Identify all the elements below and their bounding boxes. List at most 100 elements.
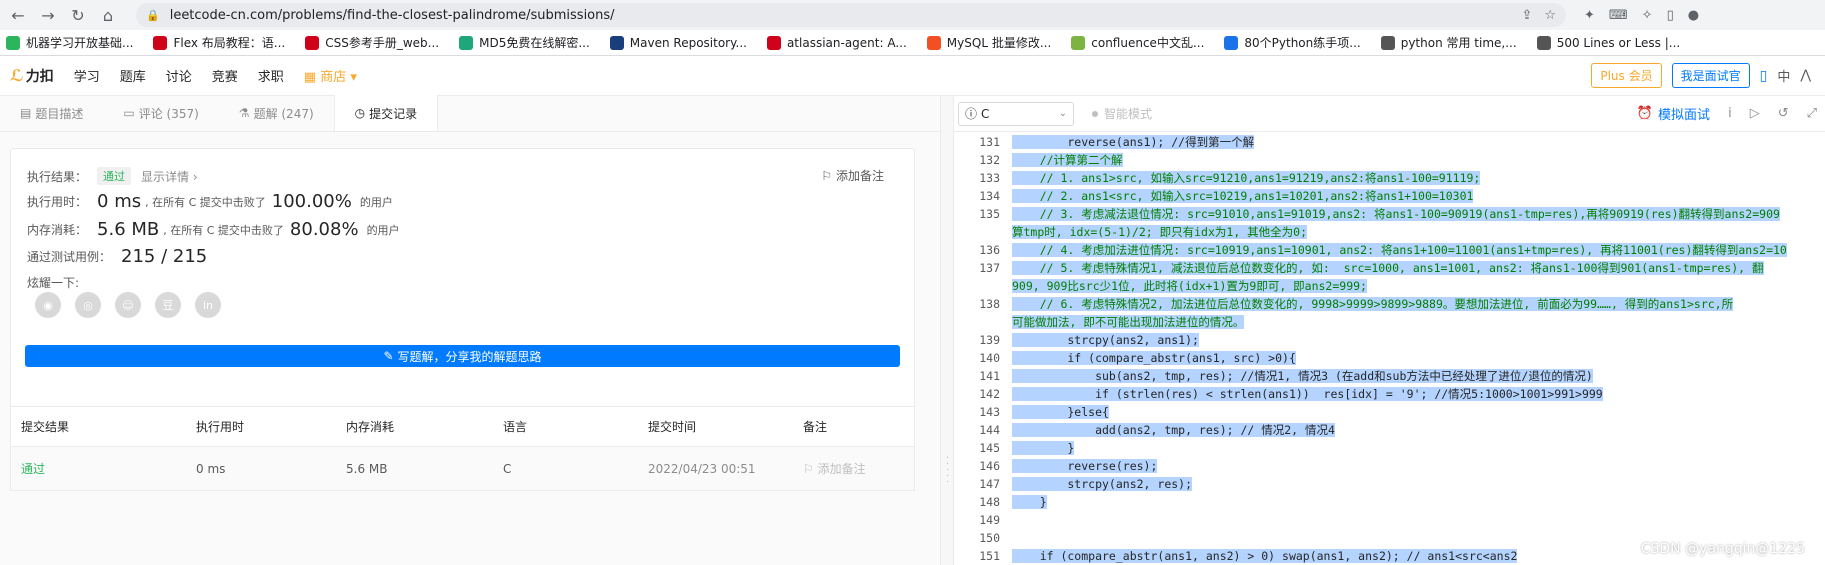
testcase-value: 215 / 215 [121, 246, 208, 267]
code-line[interactable]: } [1012, 493, 1825, 511]
language-switch[interactable]: 中 [1777, 66, 1790, 85]
code-lines[interactable]: reverse(ans1); //得到第一个解 //计算第二个解 // 1. a… [1012, 133, 1825, 565]
table-row[interactable]: 通过 0 ms 5.6 MB C 2022/04/23 00:51 ⚐ 添加备注 [11, 447, 914, 490]
line-number: 151 [979, 549, 1000, 563]
problem-tabs: ▤ 题目描述 ▭ 评论 (357) ⚗ 题解 (247) ◷ 提交记录 [0, 95, 940, 132]
code-line[interactable]: 909, 909比src少1位, 此时将(idx+1)置为9即可, 即ans2=… [1012, 277, 1825, 295]
douban-icon[interactable]: 豆 [155, 292, 181, 318]
mobile-icon[interactable]: ▯ [1760, 68, 1768, 84]
code-line[interactable]: // 3. 考虑减法退位情况: src=91010,ans1=91019,ans… [1012, 205, 1825, 223]
code-line[interactable]: 算tmp时, idx=(5-1)/2; 即只有idx为1, 其他全为0; [1012, 223, 1825, 241]
col-runtime: 执行用时 [196, 420, 245, 434]
line-number [954, 223, 1000, 241]
bookmark-item[interactable]: MySQL 批量修改... [926, 34, 1052, 51]
code-text: if (strlen(res) < strlen(ans1)) res[idx]… [1012, 387, 1603, 401]
smart-mode-toggle[interactable]: 智能模式 [1092, 105, 1152, 122]
bookmark-label: 500 Lines or Less |... [1556, 35, 1681, 50]
nav-discuss[interactable]: 讨论 [166, 66, 192, 85]
linkedin-icon[interactable]: in [195, 292, 221, 318]
bookmark-item[interactable]: atlassian-agent: A... [766, 35, 907, 50]
bookmark-item[interactable]: 500 Lines or Less |... [1536, 35, 1681, 50]
forward-icon[interactable]: → [36, 3, 60, 27]
code-line[interactable]: // 6. 考虑特殊情况2, 加法进位后总位数变化的, 9998>9999>98… [1012, 295, 1825, 313]
code-line[interactable]: strcpy(ans2, res); [1012, 475, 1825, 493]
code-line[interactable]: reverse(ans1); //得到第一个解 [1012, 133, 1825, 151]
bookmark-item[interactable]: Maven Repository... [609, 35, 747, 50]
code-line[interactable]: if (compare_abstr(ans1, src) >0){ [1012, 349, 1825, 367]
sidepanel-icon[interactable]: ▯ [1667, 8, 1674, 23]
bookmark-item[interactable]: Flex 布局教程：语... [153, 34, 285, 51]
code-line[interactable]: }else{ [1012, 403, 1825, 421]
chevron-down-icon: ⌄ [1058, 108, 1067, 119]
bookmark-item[interactable]: CSS参考手册_web... [305, 34, 439, 51]
add-note-button[interactable]: ⚐ 添加备注 [821, 167, 884, 184]
fullscreen-icon[interactable]: ⤢ [1807, 106, 1817, 121]
avatar[interactable]: ⋀ [1800, 68, 1811, 83]
code-line[interactable]: if (strlen(res) < strlen(ans1)) res[idx]… [1012, 385, 1825, 403]
row-result-link[interactable]: 通过 [11, 460, 196, 477]
bookmark-star-icon[interactable]: ☆ [1544, 8, 1556, 23]
extension-icon[interactable]: ✦ [1584, 8, 1595, 23]
bookmark-label: MySQL 批量修改... [946, 36, 1052, 50]
editor-panel: ⓘ C ⌄ 智能模式 ⏰ 模拟面试 i ▷ ↺ ⤢ 131 132 133 134 135… [954, 96, 1825, 565]
code-line[interactable]: // 2. ans1<src, 如输入src=10219,ans1=10201,… [1012, 187, 1825, 205]
code-line[interactable]: //计算第二个解 [1012, 151, 1825, 169]
address-bar[interactable]: 🔒 leetcode-cn.com/problems/find-the-clos… [136, 3, 1566, 27]
back-icon[interactable]: ← [6, 3, 30, 27]
interviewer-button[interactable]: 我是面试官 [1671, 63, 1750, 88]
nav-learn[interactable]: 学习 [74, 66, 100, 85]
line-number: 138 [979, 297, 1000, 311]
tab-solutions[interactable]: ⚗ 题解 (247) [219, 95, 334, 131]
nav-problems[interactable]: 题库 [120, 66, 146, 85]
leetcode-logo[interactable]: ℒ 力扣 [10, 66, 54, 86]
code-line[interactable]: add(ans2, tmp, res); // 情况2, 情况4 [1012, 421, 1825, 439]
runtime-value: 0 ms [97, 191, 142, 212]
drag-handle-icon[interactable]: · · · · · [946, 454, 949, 488]
home-icon[interactable]: ⌂ [96, 3, 120, 27]
mock-interview-button[interactable]: ⏰ 模拟面试 [1637, 104, 1710, 123]
play-icon[interactable]: ▷ [1750, 106, 1760, 121]
nav-shop[interactable]: ▦ 商店 ▾ [304, 66, 357, 85]
row-add-note[interactable]: ⚐ 添加备注 [803, 460, 913, 477]
code-line[interactable]: } [1012, 439, 1825, 457]
tab-comments[interactable]: ▭ 评论 (357) [103, 95, 218, 131]
bookmark-item[interactable]: MD5免费在线解密... [459, 34, 590, 51]
code-line[interactable]: strcpy(ans2, ans1); [1012, 331, 1825, 349]
tab-submissions[interactable]: ◷ 提交记录 [333, 95, 439, 131]
code-line[interactable]: 可能做加法, 即不可能出现加法进位的情况。 [1012, 313, 1825, 331]
code-line[interactable]: // 4. 考虑加法进位情况: src=10919,ans1=10901, an… [1012, 241, 1825, 259]
puzzle-icon[interactable]: ✧ [1642, 8, 1653, 23]
weibo-icon[interactable]: ◎ [75, 292, 101, 318]
line-number: 145 [979, 441, 1000, 455]
translate-icon[interactable]: ⌨ [1609, 8, 1628, 23]
bookmark-item[interactable]: python 常用 time,... [1380, 34, 1517, 51]
reload-icon[interactable]: ↻ [66, 3, 90, 27]
language-select[interactable]: ⓘ C ⌄ [958, 101, 1074, 126]
info-italic-icon[interactable]: i [1728, 106, 1732, 121]
reset-icon[interactable]: ↺ [1778, 106, 1789, 121]
pane-splitter[interactable]: · · · · · [940, 96, 954, 565]
nav-contest[interactable]: 竞赛 [212, 66, 238, 85]
nav-jobs[interactable]: 求职 [258, 66, 284, 85]
bookmark-item[interactable]: 80个Python练手项... [1224, 34, 1361, 51]
memory-value: 5.6 MB [97, 219, 160, 240]
plus-member-button[interactable]: Plus 会员 [1591, 63, 1662, 88]
write-solution-button[interactable]: ✎ 写题解，分享我的解题思路 [25, 345, 900, 367]
code-line[interactable] [1012, 511, 1825, 529]
code-line[interactable]: // 5. 考虑特殊情况1, 减法退位后总位数变化的, 如: src=1000,… [1012, 259, 1825, 277]
code-text: // 6. 考虑特殊情况2, 加法进位后总位数变化的, 9998>9999>98… [1012, 297, 1734, 311]
bookmark-item[interactable]: confluence中文乱... [1071, 34, 1204, 51]
code-editor[interactable]: 131 132 133 134 135 136 137 138 139 140 141 142 143 1… [954, 133, 1825, 565]
share-icon[interactable]: ⇪ [1521, 8, 1532, 23]
qq-icon[interactable]: ☺ [115, 292, 141, 318]
code-line[interactable]: sub(ans2, tmp, res); //情况1, 情况3 (在add和su… [1012, 367, 1825, 385]
code-line[interactable]: reverse(res); [1012, 457, 1825, 475]
wechat-icon[interactable]: ◉ [35, 292, 61, 318]
add-note-label: 添加备注 [835, 169, 884, 183]
show-detail-link[interactable]: 显示详情 › [141, 168, 198, 185]
bookmark-item[interactable]: 机器学习开放基础... [6, 34, 133, 51]
smart-mode-dot [1092, 110, 1098, 117]
code-line[interactable]: // 1. ans1>src, 如输入src=91210,ans1=91219,… [1012, 169, 1825, 187]
tab-description[interactable]: ▤ 题目描述 [0, 95, 103, 131]
profile-icon[interactable]: ● [1688, 8, 1699, 23]
